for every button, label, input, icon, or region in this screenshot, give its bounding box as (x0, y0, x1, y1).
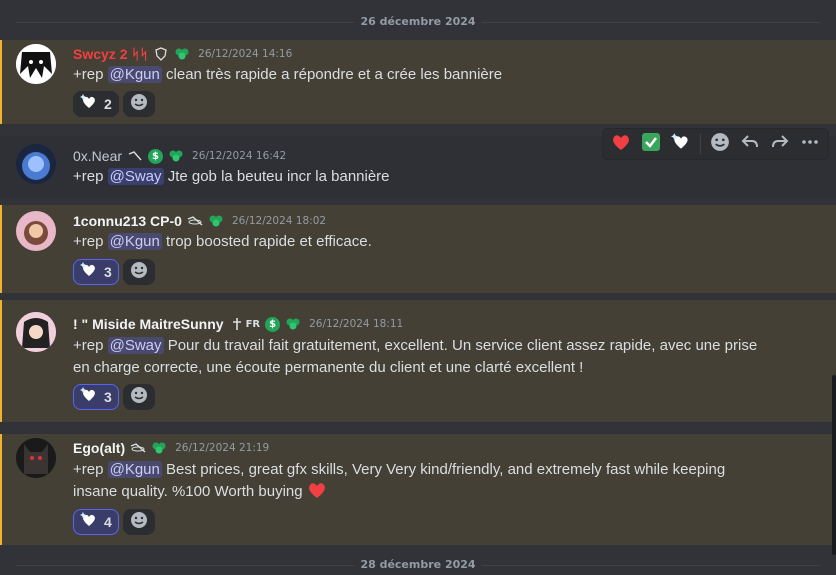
heart-sparkle-emoji-icon (80, 386, 98, 408)
reaction-heart-sparkle[interactable]: 2 (73, 91, 119, 117)
clover-badge-icon (168, 148, 184, 164)
quick-react-check[interactable] (637, 130, 665, 158)
dollar-badge-icon: $ (265, 316, 281, 332)
dollar-badge-icon: $ (148, 148, 164, 164)
add-reaction-button[interactable] (122, 509, 155, 535)
message[interactable]: 1connu213 CP-0 26/12/2024 18:02 +rep @Kg… (0, 205, 836, 293)
add-reaction-button[interactable] (706, 130, 734, 158)
message-content: +rep @Sway Pour du travail fait gratuite… (73, 337, 758, 376)
scrollbar[interactable] (832, 375, 836, 555)
username[interactable]: Swcyz 2 ᛋᛋ (73, 46, 148, 62)
timestamp: 26/12/2024 16:42 (192, 150, 287, 162)
heart-sparkle-emoji-icon (80, 261, 98, 283)
user-mention[interactable]: @Sway (107, 168, 164, 185)
message-content: +rep @Sway Jte gob la beuteu incr la ban… (73, 168, 390, 185)
date-divider: 26 décembre 2024 (0, 12, 836, 32)
reaction-heart-sparkle[interactable]: 4 (73, 509, 119, 535)
message[interactable]: Swcyz 2 ᛋᛋ 26/12/2024 14:16 +rep @Kgun c… (0, 40, 836, 124)
satellite-icon (130, 440, 146, 456)
username[interactable]: Ego(alt) (73, 440, 125, 456)
timestamp: 26/12/2024 18:11 (309, 318, 404, 330)
more-options-button[interactable] (796, 130, 824, 158)
add-reaction-icon (130, 93, 148, 115)
username[interactable]: 1connu213 CP-0 (73, 213, 182, 229)
message-content: +rep @Kgun trop boosted rapide et effica… (73, 233, 372, 250)
reply-button[interactable] (736, 130, 764, 158)
reply-icon (740, 132, 760, 156)
forward-icon (770, 132, 790, 156)
satellite-icon (127, 148, 143, 164)
add-reaction-icon (130, 261, 148, 283)
satellite-icon (187, 213, 203, 229)
heart-sparkle-emoji-icon (80, 93, 98, 115)
clover-badge-icon (208, 213, 224, 229)
add-reaction-button[interactable] (122, 91, 155, 117)
heart-emoji-icon (307, 481, 327, 506)
add-reaction-icon (710, 132, 730, 156)
quick-react-heart[interactable] (607, 130, 635, 158)
more-icon (800, 132, 820, 156)
avatar[interactable] (16, 438, 56, 478)
avatar[interactable] (16, 211, 56, 251)
clover-badge-icon (285, 316, 301, 332)
heart-emoji-icon (611, 133, 631, 155)
username[interactable]: 0x.Near (73, 148, 122, 164)
add-reaction-button[interactable] (122, 259, 155, 285)
avatar[interactable] (16, 44, 56, 84)
heart-sparkle-emoji-icon (80, 511, 98, 533)
add-reaction-icon (130, 511, 148, 533)
user-mention[interactable]: @Kgun (107, 461, 162, 478)
user-mention[interactable]: @Kgun (107, 66, 162, 83)
date-divider-label: 26 décembre 2024 (354, 15, 482, 28)
message-action-toolbar (602, 128, 829, 160)
reaction-heart-sparkle[interactable]: 3 (73, 259, 119, 285)
message[interactable]: Ego(alt) 26/12/2024 21:19 +rep @Kgun Bes… (0, 434, 836, 545)
user-mention[interactable]: @Sway (107, 337, 164, 354)
message[interactable]: ! " Miside MaitreSunny FR $ 26/12/2024 1… (0, 300, 836, 422)
message-content: +rep @Kgun Best prices, great gfx skills… (73, 459, 773, 506)
date-divider: 28 décembre 2024 (0, 555, 836, 575)
cross-icon (229, 316, 245, 332)
heart-sparkle-emoji-icon (671, 132, 691, 156)
timestamp: 26/12/2024 14:16 (198, 48, 293, 60)
timestamp: 26/12/2024 21:19 (175, 442, 270, 454)
forward-button[interactable] (766, 130, 794, 158)
clover-badge-icon (151, 440, 167, 456)
message-content: +rep @Kgun clean très rapide a répondre … (73, 66, 503, 83)
add-reaction-button[interactable] (122, 384, 155, 410)
reaction-heart-sparkle[interactable]: 3 (73, 384, 119, 410)
add-reaction-icon (130, 386, 148, 408)
clover-badge-icon (174, 46, 190, 62)
avatar[interactable] (16, 312, 56, 352)
user-mention[interactable]: @Kgun (107, 233, 162, 250)
timestamp: 26/12/2024 18:02 (231, 215, 327, 227)
avatar[interactable] (16, 144, 56, 184)
server-tag: FR (245, 318, 261, 330)
shield-icon (153, 46, 169, 62)
check-emoji-icon (641, 132, 661, 156)
quick-react-heart-sparkle[interactable] (667, 130, 695, 158)
username[interactable]: ! " Miside MaitreSunny (73, 316, 224, 332)
